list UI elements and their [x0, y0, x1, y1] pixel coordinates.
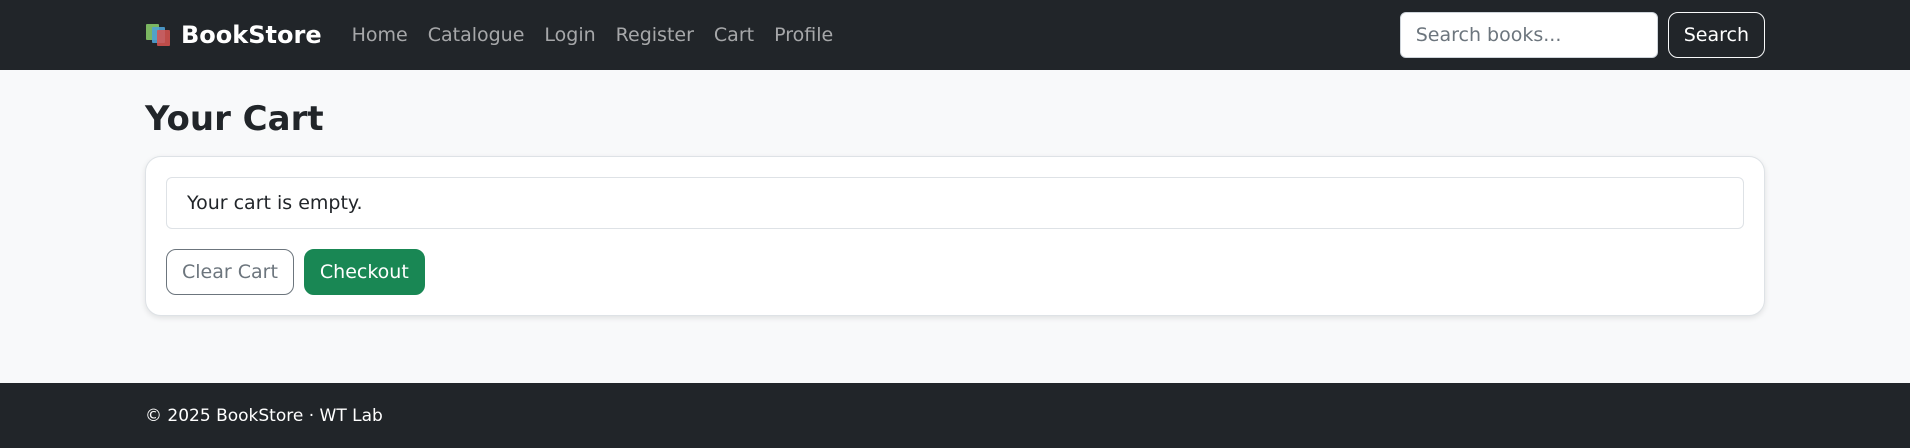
nav-link-catalogue[interactable]: Catalogue [428, 24, 525, 46]
main-content: Your Cart Your cart is empty. Clear Cart… [0, 102, 1910, 316]
nav-link-cart[interactable]: Cart [714, 24, 754, 46]
navbar: BookStore Home Catalogue Login Register … [0, 0, 1910, 70]
search-form: Search [1399, 12, 1765, 58]
nav-link-home[interactable]: Home [352, 24, 408, 46]
cart-card: Your cart is empty. Clear Cart Checkout [145, 156, 1765, 316]
brand-link[interactable]: BookStore [145, 21, 322, 49]
nav-link-login[interactable]: Login [544, 24, 595, 46]
search-input[interactable] [1399, 12, 1658, 58]
brand-name: BookStore [181, 21, 322, 49]
nav-links: Home Catalogue Login Register Cart Profi… [342, 24, 844, 46]
empty-cart-message: Your cart is empty. [166, 177, 1744, 229]
nav-link-profile[interactable]: Profile [774, 24, 833, 46]
books-icon [146, 24, 170, 46]
clear-cart-button[interactable]: Clear Cart [166, 249, 294, 295]
search-button[interactable]: Search [1667, 12, 1765, 58]
page-title: Your Cart [145, 99, 324, 139]
checkout-button[interactable]: Checkout [303, 249, 425, 295]
footer: © 2025 BookStore · WT Lab [0, 383, 1910, 448]
nav-link-register[interactable]: Register [616, 24, 694, 46]
cart-actions: Clear Cart Checkout [166, 249, 1744, 295]
footer-text: © 2025 BookStore · WT Lab [145, 405, 383, 426]
